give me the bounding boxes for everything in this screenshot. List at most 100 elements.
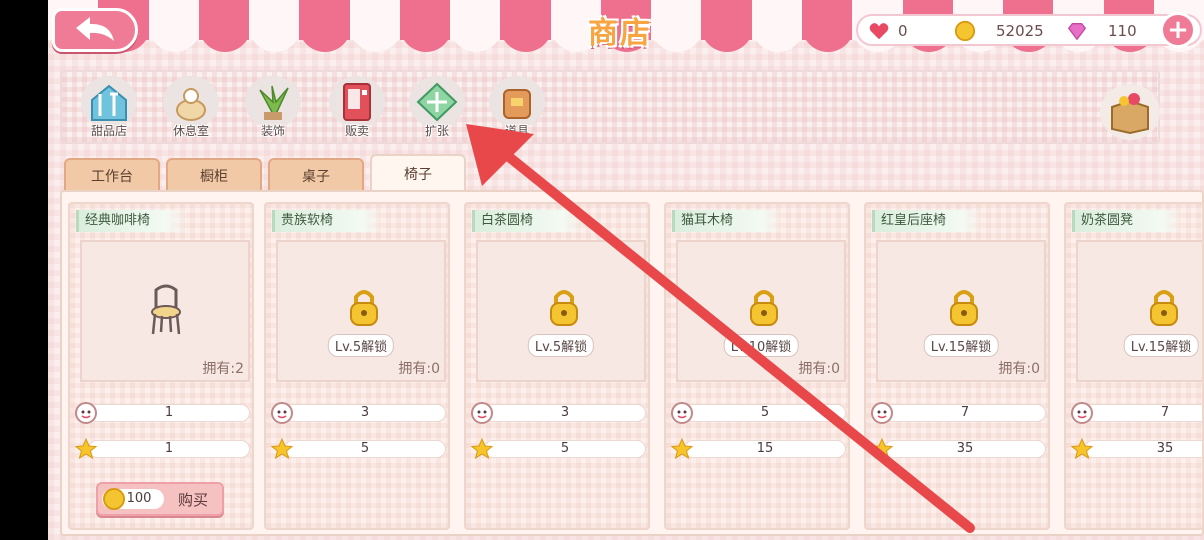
charm-value: 5 bbox=[684, 404, 846, 422]
coin-icon bbox=[103, 488, 125, 510]
lounge-icon bbox=[163, 76, 219, 128]
category-label: 贩卖 bbox=[344, 124, 369, 138]
gems-value: 110 bbox=[1108, 22, 1137, 40]
chair-icon bbox=[151, 284, 181, 335]
smiley-face-icon bbox=[75, 402, 97, 424]
currency-bar: 0 52025 110 bbox=[856, 14, 1202, 46]
charm-stat: 1 bbox=[74, 402, 252, 424]
category-label: 扩张 bbox=[424, 124, 449, 138]
star-value: 35 bbox=[884, 440, 1046, 458]
charm-stat: 7 bbox=[870, 402, 1048, 424]
gift-box-icon bbox=[1111, 93, 1149, 135]
charm-value: 7 bbox=[1084, 404, 1202, 422]
tab-workbench[interactable]: 工作台 bbox=[64, 158, 160, 192]
gems-counter: 110 bbox=[1066, 20, 1137, 42]
dessert-shop-icon bbox=[81, 76, 137, 128]
item-name: 贵族软椅 bbox=[272, 210, 384, 232]
item-image: Lv.15解锁 bbox=[1076, 240, 1202, 382]
item-name: 经典咖啡椅 bbox=[76, 210, 188, 232]
back-arrow-icon bbox=[76, 17, 114, 41]
gift-box-button[interactable] bbox=[1100, 84, 1160, 140]
buy-button[interactable]: 100 购买 bbox=[96, 482, 224, 516]
star-icon bbox=[74, 437, 98, 460]
decoration-plant-icon bbox=[245, 76, 301, 128]
category-items[interactable]: 道具 bbox=[484, 76, 550, 142]
add-currency-button[interactable]: + bbox=[1160, 12, 1196, 48]
item-image: 拥有:2 bbox=[80, 240, 250, 382]
charm-value: 3 bbox=[484, 404, 646, 422]
star-value: 1 bbox=[88, 440, 250, 458]
item-image: Lv.5解锁 bbox=[476, 240, 646, 382]
category-dessert-shop[interactable]: 甜品店 bbox=[76, 76, 142, 142]
star-value: 35 bbox=[1084, 440, 1202, 458]
charm-value: 3 bbox=[284, 404, 446, 422]
item-card[interactable]: 红皇后座椅 Lv.15解锁 拥有:0 7 35 bbox=[864, 202, 1050, 530]
star-icon bbox=[270, 437, 294, 460]
unlock-level-label: Lv.15解锁 bbox=[923, 334, 999, 357]
category-label: 休息室 bbox=[172, 124, 209, 138]
item-card[interactable]: 白茶圆椅 Lv.5解锁 3 5 bbox=[464, 202, 650, 530]
category-vending[interactable]: 贩卖 bbox=[324, 76, 390, 142]
charm-stat: 7 bbox=[1070, 402, 1202, 424]
category-decoration[interactable]: 装饰 bbox=[240, 76, 306, 142]
item-card[interactable]: 经典咖啡椅 拥有:2 1 1 bbox=[68, 202, 254, 530]
smiley-face-icon bbox=[671, 402, 693, 424]
star-stat: 35 bbox=[1070, 437, 1202, 460]
buy-label: 购买 bbox=[178, 491, 209, 509]
tab-table[interactable]: 桌子 bbox=[268, 158, 364, 192]
lock-icon bbox=[750, 290, 778, 326]
expand-icon bbox=[409, 76, 465, 128]
category-label: 甜品店 bbox=[90, 124, 127, 138]
star-stat: 5 bbox=[270, 437, 448, 460]
category-bar: 甜品店 休息室 装饰 贩卖 扩张 道具 bbox=[60, 70, 1160, 144]
star-value: 5 bbox=[284, 440, 446, 458]
tab-cabinet[interactable]: 橱柜 bbox=[166, 158, 262, 192]
charm-value: 7 bbox=[884, 404, 1046, 422]
tab-chair[interactable]: 椅子 bbox=[370, 154, 466, 192]
unlock-level-label: Lv.5解锁 bbox=[527, 334, 595, 357]
hearts-value: 0 bbox=[898, 22, 908, 40]
unlock-level-label: Lv.5解锁 bbox=[327, 334, 395, 357]
lock-icon bbox=[1150, 290, 1178, 326]
charm-stat: 5 bbox=[670, 402, 848, 424]
owned-count: 拥有:0 bbox=[398, 361, 440, 377]
category-lounge[interactable]: 休息室 bbox=[158, 76, 224, 142]
owned-count: 拥有:0 bbox=[798, 361, 840, 377]
category-label: 装饰 bbox=[260, 124, 285, 138]
star-stat: 1 bbox=[74, 437, 252, 460]
lock-icon bbox=[550, 290, 578, 326]
item-name: 奶茶圆凳 bbox=[1072, 210, 1184, 232]
item-name: 猫耳木椅 bbox=[672, 210, 784, 232]
owned-count: 拥有:0 bbox=[998, 361, 1040, 377]
star-icon bbox=[1070, 437, 1094, 460]
item-image: Lv.10解锁 拥有:0 bbox=[676, 240, 846, 382]
coin-icon bbox=[954, 20, 976, 42]
star-stat: 35 bbox=[870, 437, 1048, 460]
back-button[interactable] bbox=[52, 8, 138, 52]
star-value: 5 bbox=[484, 440, 646, 458]
category-expand[interactable]: 扩张 bbox=[404, 76, 470, 142]
owned-count: 拥有:2 bbox=[202, 361, 244, 377]
lock-icon bbox=[950, 290, 978, 326]
smiley-face-icon bbox=[271, 402, 293, 424]
unlock-level-label: Lv.10解锁 bbox=[723, 334, 799, 357]
coins-counter: 52025 bbox=[954, 20, 1044, 42]
item-name: 白茶圆椅 bbox=[472, 210, 584, 232]
item-card[interactable]: 贵族软椅 Lv.5解锁 拥有:0 3 5 bbox=[264, 202, 450, 530]
smiley-face-icon bbox=[471, 402, 493, 424]
hearts-counter: 0 bbox=[868, 20, 908, 42]
item-card[interactable]: 猫耳木椅 Lv.10解锁 拥有:0 5 15 bbox=[664, 202, 850, 530]
star-value: 15 bbox=[684, 440, 846, 458]
star-icon bbox=[470, 437, 494, 460]
item-card[interactable]: 奶茶圆凳 Lv.15解锁 7 35 bbox=[1064, 202, 1204, 530]
star-icon bbox=[670, 437, 694, 460]
coins-value: 52025 bbox=[996, 22, 1044, 40]
item-image: Lv.15解锁 拥有:0 bbox=[876, 240, 1046, 382]
lock-icon bbox=[350, 290, 378, 326]
category-label: 道具 bbox=[504, 124, 529, 138]
item-image: Lv.5解锁 拥有:0 bbox=[276, 240, 446, 382]
shop-screen: 商店 0 52025 110 + 甜品店 休息室 装饰 贩卖 扩张 道具 工作台… bbox=[48, 0, 1204, 540]
charm-stat: 3 bbox=[270, 402, 448, 424]
star-icon bbox=[870, 437, 894, 460]
smiley-face-icon bbox=[1071, 402, 1093, 424]
